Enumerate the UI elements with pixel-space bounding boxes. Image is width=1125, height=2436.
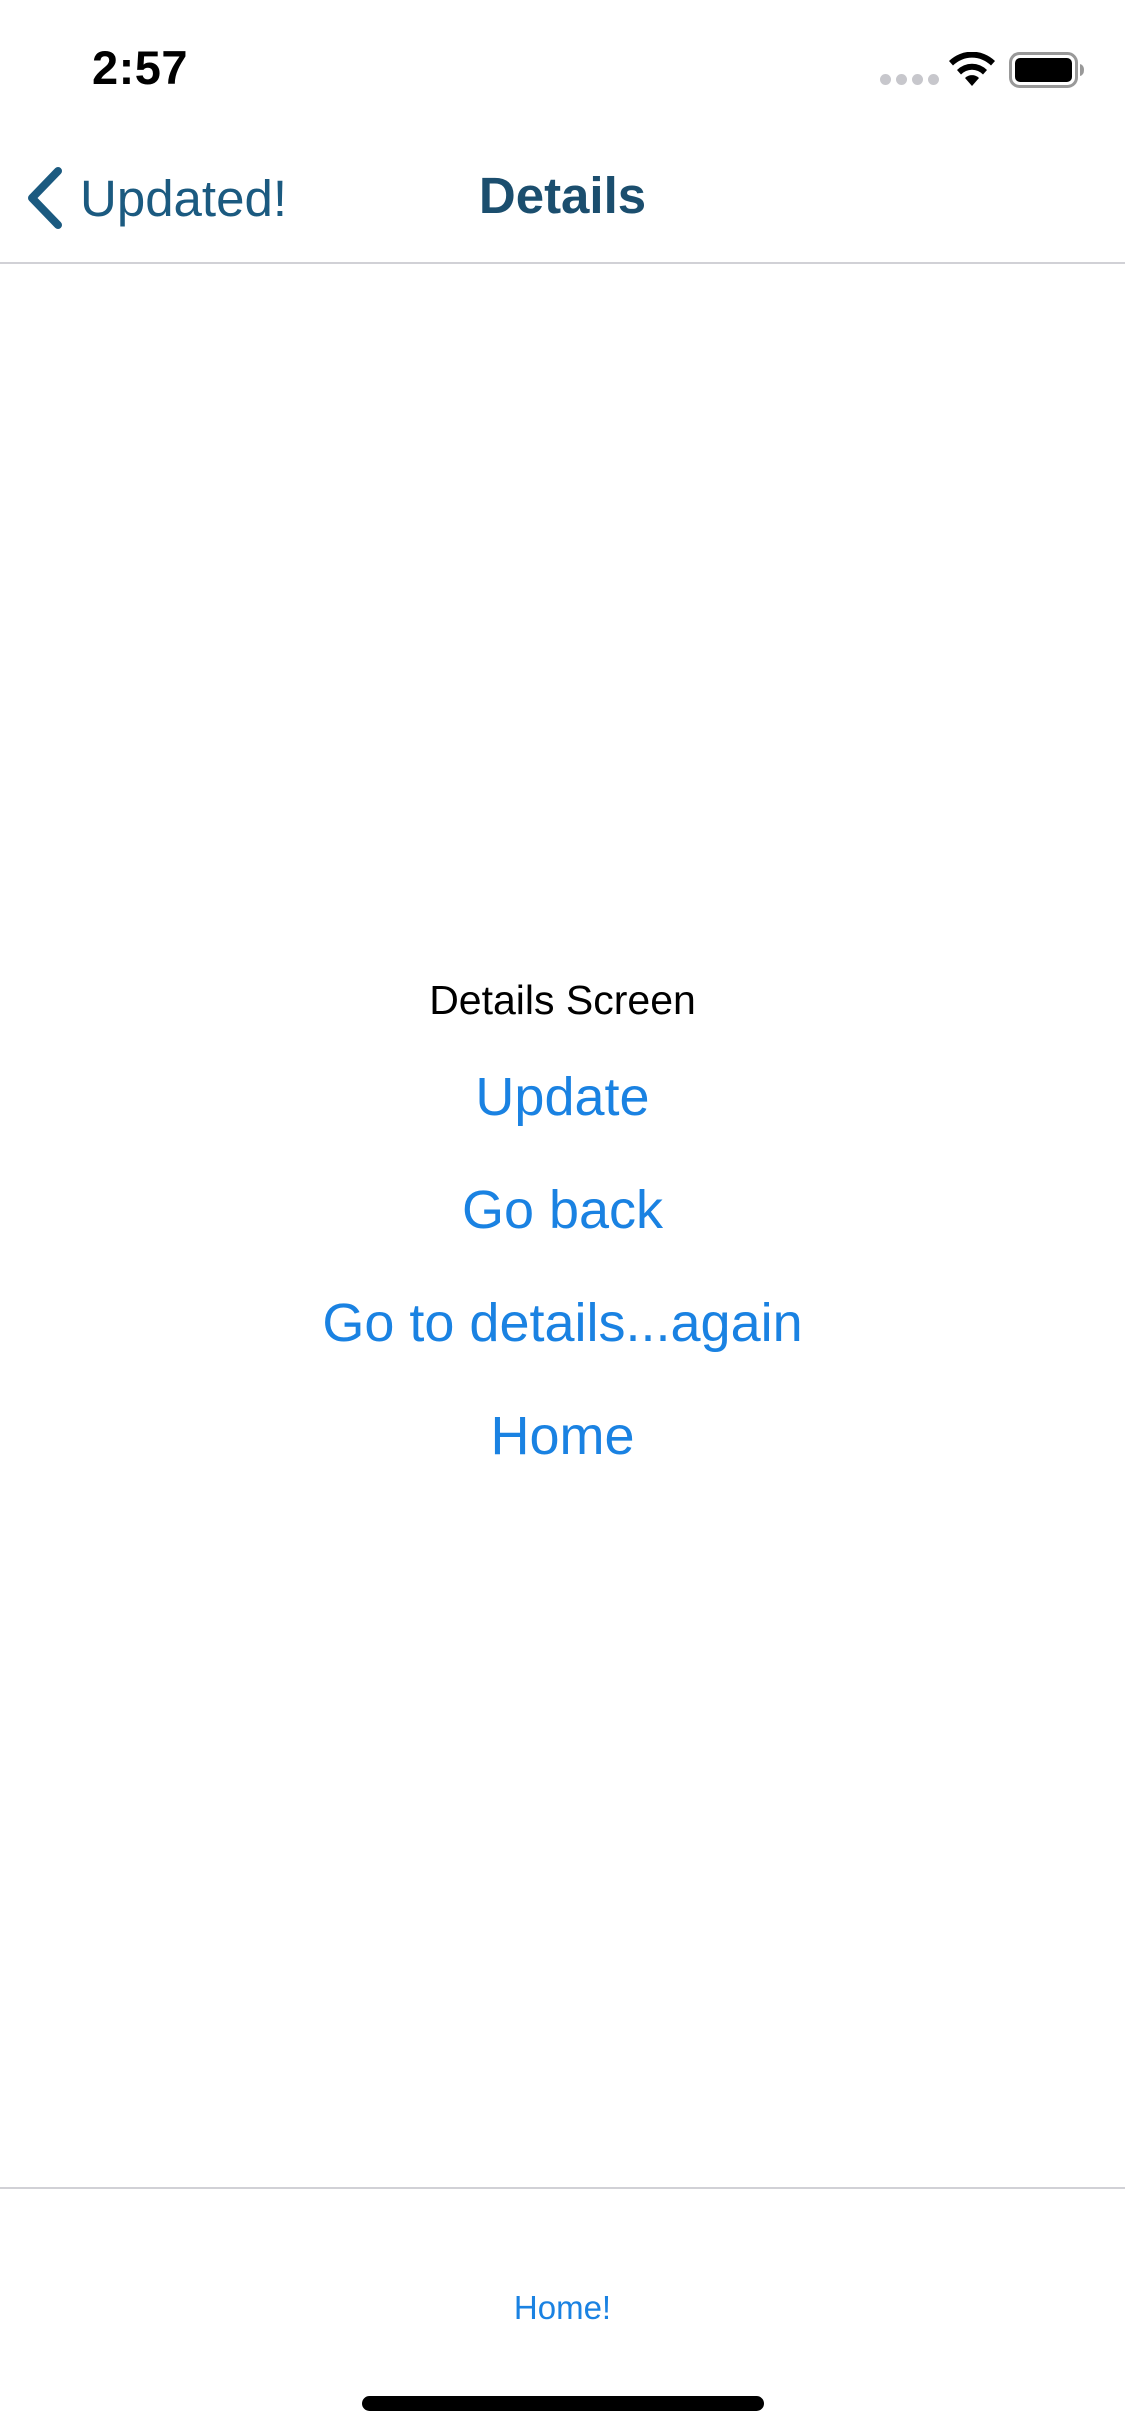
go-to-details-again-button[interactable]: Go to details...again [322,1266,802,1379]
battery-icon [1009,52,1084,88]
navigation-bar: Updated! Details [0,132,1125,264]
app-screen: 2:57 Updated! Details Details Screen Upd… [0,0,1125,2436]
screen-label: Details Screen [429,977,696,1023]
page-title: Details [478,167,647,224]
home-indicator[interactable] [362,2396,764,2411]
tab-home[interactable]: Home! [0,2289,1125,2327]
update-button[interactable]: Update [475,1040,649,1153]
go-back-button[interactable]: Go back [462,1153,663,1266]
cellular-signal-icon [880,74,939,85]
wifi-icon [949,52,995,86]
home-button[interactable]: Home [490,1379,634,1492]
status-time: 2:57 [92,41,189,94]
status-bar: 2:57 [0,0,1125,132]
main-content: Details Screen Update Go back Go to deta… [0,970,1125,1492]
